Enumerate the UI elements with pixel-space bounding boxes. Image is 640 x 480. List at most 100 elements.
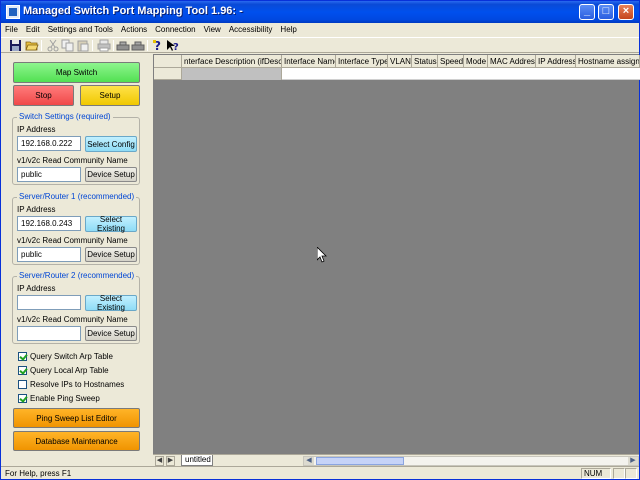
menu-view[interactable]: View <box>200 23 225 37</box>
tab-next-arrow-icon[interactable]: ▶ <box>166 456 175 466</box>
scroll-left-arrow-icon[interactable]: ◀ <box>304 457 314 465</box>
toolbar-separator <box>41 40 42 51</box>
switch-icon-2[interactable] <box>131 39 145 52</box>
community-label: v1/v2c Read Community Name <box>17 156 128 165</box>
checkbox-label: Enable Ping Sweep <box>30 394 100 403</box>
row-header[interactable] <box>154 68 182 80</box>
close-button[interactable]: × <box>618 4 634 20</box>
enable-ping-sweep-checkbox[interactable]: Enable Ping Sweep <box>18 393 100 404</box>
column-header-mode[interactable]: Mode <box>464 55 488 68</box>
column-header-interface-description[interactable]: nterface Description (ifDesc ▽ <box>182 55 282 68</box>
menu-accessibility[interactable]: Accessibility <box>225 23 277 37</box>
save-icon[interactable] <box>9 39 23 52</box>
resize-grip-icon[interactable] <box>625 468 637 479</box>
sheet-tab-untitled[interactable]: untitled <box>181 455 213 466</box>
toolbar-separator <box>147 40 148 51</box>
database-maintenance-button[interactable]: Database Maintenance <box>13 431 140 451</box>
column-header-status[interactable]: Status <box>412 55 438 68</box>
grid-cell-selected[interactable] <box>182 68 282 80</box>
toolbar: ? ? <box>1 37 639 53</box>
checkbox-label: Resolve IPs to Hostnames <box>30 380 125 389</box>
sheet-tab-bar: ◀ ▶ untitled ◀ ▶ <box>153 454 639 466</box>
scrollbar-thumb[interactable] <box>316 457 404 465</box>
column-header-mac-address[interactable]: MAC Address <box>488 55 536 68</box>
group-title: Switch Settings (required) <box>17 112 113 121</box>
paste-icon[interactable] <box>76 39 90 52</box>
results-grid[interactable]: nterface Description (ifDesc ▽ Interface… <box>153 54 640 454</box>
column-header-ip-address[interactable]: IP Address <box>536 55 576 68</box>
community-label: v1/v2c Read Community Name <box>17 236 128 245</box>
cut-icon[interactable] <box>46 39 60 52</box>
device-setup-button[interactable]: Device Setup <box>85 326 137 341</box>
setup-button[interactable]: Setup <box>80 85 140 106</box>
about-icon[interactable]: ? <box>151 39 165 52</box>
router2-community-input[interactable] <box>17 326 81 341</box>
horizontal-scrollbar[interactable]: ◀ ▶ <box>303 456 639 466</box>
stop-button[interactable]: Stop <box>13 85 74 106</box>
group-title: Server/Router 1 (recommended) <box>17 192 137 201</box>
ip-address-label: IP Address <box>17 205 56 214</box>
window-title: Managed Switch Port Mapping Tool 1.96: - <box>23 5 243 17</box>
grid-corner <box>154 55 182 68</box>
column-header-interface-name[interactable]: Interface Name <box>282 55 336 68</box>
context-help-icon[interactable]: ? <box>166 39 180 52</box>
mouse-cursor-icon <box>317 247 327 263</box>
query-switch-arp-checkbox[interactable]: Query Switch Arp Table <box>18 351 113 362</box>
ping-sweep-list-editor-button[interactable]: Ping Sweep List Editor <box>13 408 140 428</box>
tab-prev-arrow-icon[interactable]: ◀ <box>155 456 164 466</box>
select-existing-button[interactable]: Select Existing <box>85 294 137 312</box>
status-message: For Help, press F1 <box>5 469 72 478</box>
scroll-right-arrow-icon[interactable]: ▶ <box>628 457 638 465</box>
app-icon <box>6 5 20 19</box>
svg-text:?: ? <box>173 42 179 52</box>
checkbox-checked-icon[interactable] <box>18 394 27 403</box>
menu-edit[interactable]: Edit <box>22 23 44 37</box>
checkbox-checked-icon[interactable] <box>18 366 27 375</box>
copy-icon[interactable] <box>61 39 75 52</box>
menu-file[interactable]: File <box>1 23 22 37</box>
app-window: Managed Switch Port Mapping Tool 1.96: -… <box>0 0 640 480</box>
router2-ip-input[interactable] <box>17 295 81 310</box>
menu-settings-and-tools[interactable]: Settings and Tools <box>44 23 117 37</box>
open-folder-icon[interactable] <box>25 39 39 52</box>
num-lock-indicator: NUM <box>581 468 611 479</box>
print-icon[interactable] <box>97 39 111 52</box>
column-header-interface-type[interactable]: Interface Type <box>336 55 388 68</box>
column-header-speed[interactable]: Speed <box>438 55 464 68</box>
checkbox-unchecked-icon[interactable] <box>18 380 27 389</box>
router1-community-input[interactable]: public <box>17 247 81 262</box>
menu-actions[interactable]: Actions <box>117 23 151 37</box>
toolbar-separator <box>113 40 114 51</box>
switch-community-input[interactable]: public <box>17 167 81 182</box>
select-existing-button[interactable]: Select Existing <box>85 215 137 233</box>
checkbox-label: Query Switch Arp Table <box>30 352 114 361</box>
router1-ip-input[interactable]: 192.168.0.243 <box>17 216 81 231</box>
status-panel <box>613 468 625 479</box>
title-bar[interactable]: Managed Switch Port Mapping Tool 1.96: -… <box>1 1 639 23</box>
checkbox-label: Query Local Arp Table <box>30 366 109 375</box>
grid-header: nterface Description (ifDesc ▽ Interface… <box>154 55 640 68</box>
device-setup-button[interactable]: Device Setup <box>85 167 137 182</box>
resolve-hostnames-checkbox[interactable]: Resolve IPs to Hostnames <box>18 379 124 390</box>
column-header-hostname[interactable]: Hostname assigned <box>576 55 640 68</box>
left-panel: Map Switch Stop Setup Switch Settings (r… <box>3 55 151 465</box>
checkbox-checked-icon[interactable] <box>18 352 27 361</box>
group-title: Server/Router 2 (recommended) <box>17 271 137 280</box>
menu-bar: File Edit Settings and Tools Actions Con… <box>1 23 639 37</box>
select-config-button[interactable]: Select Config <box>85 136 137 152</box>
ip-address-label: IP Address <box>17 284 56 293</box>
community-label: v1/v2c Read Community Name <box>17 315 128 324</box>
switch-icon[interactable] <box>116 39 130 52</box>
table-row[interactable] <box>282 68 640 80</box>
ip-address-label: IP Address <box>17 125 56 134</box>
minimize-button[interactable]: _ <box>579 4 595 20</box>
maximize-button[interactable]: □ <box>598 4 614 20</box>
query-local-arp-checkbox[interactable]: Query Local Arp Table <box>18 365 109 376</box>
menu-connection[interactable]: Connection <box>151 23 199 37</box>
map-switch-button[interactable]: Map Switch <box>13 62 140 83</box>
column-header-vlan[interactable]: VLAN <box>388 55 412 68</box>
router1-group: Server/Router 1 (recommended) IP Address… <box>12 192 140 265</box>
switch-ip-input[interactable]: 192.168.0.222 <box>17 136 81 151</box>
menu-help[interactable]: Help <box>276 23 300 37</box>
device-setup-button[interactable]: Device Setup <box>85 247 137 262</box>
